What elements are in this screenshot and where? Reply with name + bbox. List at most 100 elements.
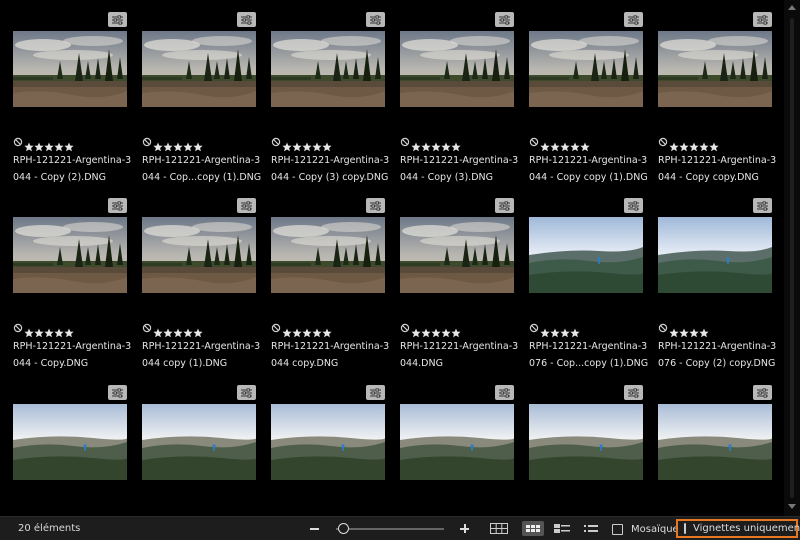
star-icon[interactable] <box>550 323 560 337</box>
rating-stars[interactable] <box>13 136 137 151</box>
vertical-scrollbar[interactable] <box>784 0 800 516</box>
star-icon[interactable] <box>64 137 74 151</box>
reject-icon[interactable] <box>271 137 281 147</box>
adjustments-badge[interactable] <box>495 385 514 400</box>
photo-thumbnail[interactable] <box>271 217 385 293</box>
rating-stars[interactable] <box>13 322 137 337</box>
star-icon[interactable] <box>183 323 193 337</box>
star-icon[interactable] <box>153 137 163 151</box>
star-icon[interactable] <box>173 137 183 151</box>
adjustments-badge[interactable] <box>366 198 385 213</box>
photo-tile[interactable] <box>258 385 386 516</box>
rating-stars[interactable] <box>142 322 266 337</box>
star-icon[interactable] <box>292 137 302 151</box>
star-icon[interactable] <box>560 137 570 151</box>
list-view-button[interactable] <box>580 521 602 536</box>
photo-tile[interactable]: RPH-121221-Argentina-3 044 - Copy (2).DNG <box>0 12 131 192</box>
star-icon[interactable] <box>421 137 431 151</box>
star-icon[interactable] <box>689 323 699 337</box>
photo-thumbnail[interactable] <box>400 217 514 293</box>
adjustments-badge[interactable] <box>624 198 643 213</box>
rating-stars[interactable] <box>142 136 266 151</box>
adjustments-badge[interactable] <box>108 12 127 27</box>
star-icon[interactable] <box>570 137 580 151</box>
reject-icon[interactable] <box>142 137 152 147</box>
scrollbar-thumb[interactable] <box>790 18 794 498</box>
star-icon[interactable] <box>669 137 679 151</box>
adjustments-badge[interactable] <box>624 385 643 400</box>
photo-thumbnail[interactable] <box>400 404 514 480</box>
photo-tile[interactable]: RPH-121221-Argentina-3 044 - Copy (3) cop… <box>258 12 389 192</box>
zoom-out-button[interactable] <box>309 521 321 537</box>
star-icon[interactable] <box>431 137 441 151</box>
star-icon[interactable] <box>441 323 451 337</box>
star-icon[interactable] <box>322 323 332 337</box>
photo-thumbnail[interactable] <box>13 404 127 480</box>
star-icon[interactable] <box>282 323 292 337</box>
photo-tile[interactable]: RPH-121221-Argentina-3 044 - Copy (3).DNG <box>387 12 518 192</box>
photo-tile[interactable]: RPH-121221-Argentina-3 044.DNG <box>387 198 518 378</box>
photo-thumbnail[interactable] <box>658 404 772 480</box>
reject-icon[interactable] <box>658 323 668 333</box>
photo-tile[interactable]: RPH-121221-Argentina-3 076 - Copy (2) cop… <box>645 198 776 378</box>
star-icon[interactable] <box>44 323 54 337</box>
adjustments-badge[interactable] <box>237 198 256 213</box>
star-icon[interactable] <box>193 323 203 337</box>
star-icon[interactable] <box>709 137 719 151</box>
adjustments-badge[interactable] <box>495 198 514 213</box>
rating-stars[interactable] <box>529 322 653 337</box>
star-icon[interactable] <box>183 137 193 151</box>
rating-stars[interactable] <box>658 136 782 151</box>
star-icon[interactable] <box>54 137 64 151</box>
star-icon[interactable] <box>540 137 550 151</box>
reject-icon[interactable] <box>400 323 410 333</box>
star-icon[interactable] <box>312 323 322 337</box>
star-icon[interactable] <box>441 137 451 151</box>
star-icon[interactable] <box>24 137 34 151</box>
star-icon[interactable] <box>679 323 689 337</box>
photo-thumbnail[interactable] <box>13 217 127 293</box>
photo-tile[interactable]: RPH-121221-Argentina-3 044 - Cop...copy (… <box>129 12 261 192</box>
reject-icon[interactable] <box>529 323 539 333</box>
star-icon[interactable] <box>193 137 203 151</box>
reject-icon[interactable] <box>529 137 539 147</box>
adjustments-badge[interactable] <box>366 12 385 27</box>
details-view-button[interactable] <box>551 521 573 536</box>
photo-thumbnail[interactable] <box>400 31 514 107</box>
zoom-slider-handle[interactable] <box>337 523 349 534</box>
star-icon[interactable] <box>689 137 699 151</box>
adjustments-badge[interactable] <box>237 385 256 400</box>
adjustments-badge[interactable] <box>753 12 772 27</box>
photo-tile[interactable] <box>129 385 257 516</box>
star-icon[interactable] <box>411 137 421 151</box>
photo-tile[interactable]: RPH-121221-Argentina-3 044 copy.DNG <box>258 198 389 378</box>
rating-stars[interactable] <box>529 136 653 151</box>
star-icon[interactable] <box>669 323 679 337</box>
rating-stars[interactable] <box>400 322 524 337</box>
photo-thumbnail[interactable] <box>13 31 127 107</box>
photo-tile[interactable] <box>387 385 515 516</box>
star-icon[interactable] <box>302 323 312 337</box>
thumbnails-only-toggle[interactable]: Vignettes uniquement <box>676 519 800 538</box>
star-icon[interactable] <box>550 137 560 151</box>
star-icon[interactable] <box>451 323 461 337</box>
star-icon[interactable] <box>322 137 332 151</box>
star-icon[interactable] <box>282 137 292 151</box>
thumbnail-grid[interactable]: RPH-121221-Argentina-3 044 - Copy (2).DNG… <box>0 0 784 516</box>
rating-stars[interactable] <box>271 322 395 337</box>
star-icon[interactable] <box>580 137 590 151</box>
photo-thumbnail[interactable] <box>529 31 643 107</box>
reject-icon[interactable] <box>658 137 668 147</box>
star-icon[interactable] <box>163 137 173 151</box>
scroll-down-icon[interactable] <box>788 504 796 510</box>
star-icon[interactable] <box>421 323 431 337</box>
star-icon[interactable] <box>302 137 312 151</box>
zoom-in-button[interactable] <box>459 521 471 537</box>
photo-thumbnail[interactable] <box>271 404 385 480</box>
adjustments-badge[interactable] <box>753 385 772 400</box>
rating-stars[interactable] <box>400 136 524 151</box>
adjustments-badge[interactable] <box>753 198 772 213</box>
photo-thumbnail[interactable] <box>271 31 385 107</box>
reject-icon[interactable] <box>400 137 410 147</box>
adjustments-badge[interactable] <box>108 198 127 213</box>
